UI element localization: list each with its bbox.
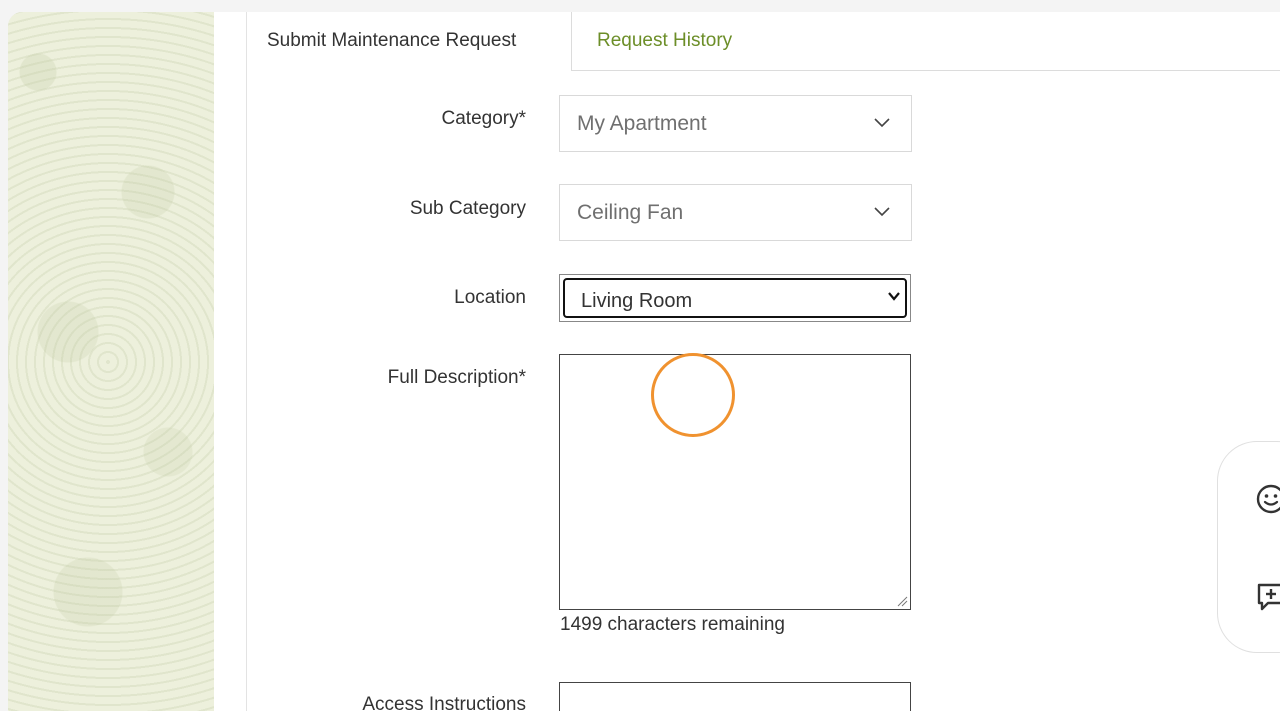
chevron-down-icon bbox=[888, 292, 900, 301]
location-select[interactable]: Living Room bbox=[559, 274, 911, 322]
subcategory-select-value: Ceiling Fan bbox=[577, 201, 684, 224]
characters-remaining: 1499 characters remaining bbox=[560, 614, 785, 635]
decorative-side-pattern bbox=[8, 12, 214, 711]
resize-grip-icon[interactable] bbox=[896, 595, 908, 607]
description-label: Full Description* bbox=[387, 367, 526, 388]
category-select-value: My Apartment bbox=[577, 112, 707, 135]
subcategory-select[interactable]: Ceiling Fan bbox=[559, 184, 912, 241]
description-textarea[interactable] bbox=[559, 354, 911, 610]
screen: Submit Maintenance Request Request Histo… bbox=[0, 0, 1280, 711]
tab-request-history[interactable]: Request History bbox=[577, 12, 752, 70]
chevron-down-icon bbox=[874, 207, 890, 217]
tab-submit-maintenance-request[interactable]: Submit Maintenance Request bbox=[247, 12, 572, 71]
tab-bar: Submit Maintenance Request Request Histo… bbox=[247, 12, 1280, 71]
add-comment-icon[interactable] bbox=[1254, 580, 1280, 614]
category-label: Category* bbox=[441, 108, 527, 129]
feedback-widget bbox=[1217, 441, 1280, 653]
click-indicator bbox=[651, 353, 735, 437]
location-label: Location bbox=[454, 287, 526, 308]
smiley-icon[interactable] bbox=[1254, 482, 1280, 516]
access-instructions-label: Access Instructions bbox=[362, 694, 526, 711]
category-select[interactable]: My Apartment bbox=[559, 95, 912, 152]
chevron-down-icon bbox=[874, 118, 890, 128]
content-left-border bbox=[246, 12, 247, 711]
location-select-value: Living Room bbox=[581, 290, 693, 312]
subcategory-label: Sub Category bbox=[409, 198, 526, 219]
access-instructions-input[interactable] bbox=[559, 682, 911, 711]
